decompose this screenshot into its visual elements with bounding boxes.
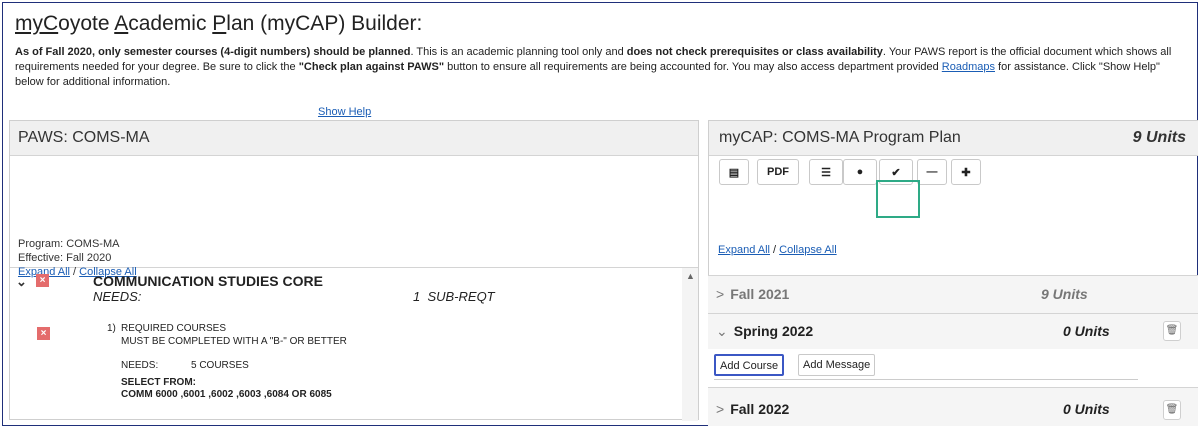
term-row[interactable]: > Fall 2021 9 Units xyxy=(708,275,1198,313)
subreq-needs-value: 5 COURSES xyxy=(191,360,249,371)
roadmaps-link[interactable]: Roadmaps xyxy=(942,61,995,73)
term-row[interactable]: > Fall 2022 0 Units 🗑 xyxy=(708,387,1198,426)
course-list: COMM 6000 ,6001 ,6002 ,6003 ,6084 OR 608… xyxy=(121,389,332,400)
plan-panel-header: myCAP: COMS-MA Program Plan 9 Units xyxy=(709,121,1198,156)
select-from-label: SELECT FROM: xyxy=(121,377,196,388)
page-title: myCoyote Academic Plan (myCAP) Builder: xyxy=(15,12,423,35)
plan-expand-collapse-links: Expand All / Collapse All xyxy=(718,244,837,256)
not-met-icon: × xyxy=(36,274,49,287)
plan-expand-all-link[interactable]: Expand All xyxy=(718,244,770,256)
comment-icon: ● xyxy=(856,166,864,178)
plus-icon: ✚ xyxy=(961,166,971,179)
collapse-button[interactable]: — xyxy=(917,159,947,185)
minus-icon: — xyxy=(926,166,938,178)
subreq-needs-label: NEEDS: xyxy=(121,360,159,371)
requirement-needs-value: 1 SUB-REQT xyxy=(413,289,495,304)
list-view-icon: ▤ xyxy=(728,166,740,179)
check-plan-highlight xyxy=(876,180,920,218)
requirement-title: COMMUNICATION STUDIES CORE xyxy=(93,273,323,289)
term-content: Add Course Add Message xyxy=(708,349,1198,387)
paws-panel-title: PAWS: COMS-MA xyxy=(10,121,698,156)
effective-label: Effective: Fall 2020 xyxy=(18,252,112,264)
list-button[interactable]: ☰ xyxy=(809,159,843,185)
plan-panel-title: myCAP: COMS-MA Program Plan xyxy=(719,129,961,146)
scroll-up-icon[interactable]: ▲ xyxy=(686,271,695,281)
subreq-line2: MUST BE COMPLETED WITH A "B-" OR BETTER xyxy=(121,336,347,347)
scrollbar[interactable]: ▲ xyxy=(682,268,698,421)
comment-button[interactable]: ● xyxy=(843,159,877,185)
program-info: Program: COMS-MA Effective: Fall 2020 Ex… xyxy=(10,155,698,278)
pdf-button[interactable]: PDF xyxy=(757,159,799,185)
chevron-right-icon: > xyxy=(716,286,725,302)
divider xyxy=(714,379,1138,380)
subreq-number: 1) xyxy=(107,323,116,334)
chevron-right-icon: > xyxy=(716,401,725,417)
paws-panel: PAWS: COMS-MA Program: COMS-MA Effective… xyxy=(9,120,699,421)
term-units: 0 Units xyxy=(1063,401,1110,417)
show-help-link[interactable]: Show Help xyxy=(318,106,371,118)
subreq-not-met-icon: × xyxy=(37,327,50,340)
requirements-list: ⌄ × COMMUNICATION STUDIES CORE NEEDS: 1 … xyxy=(10,268,680,421)
add-course-button[interactable]: Add Course xyxy=(714,354,785,376)
check-icon: ✔ xyxy=(891,166,901,179)
trash-icon[interactable]: 🗑 xyxy=(1163,400,1181,420)
expand-button[interactable]: ✚ xyxy=(951,159,981,185)
term-units: 9 Units xyxy=(1041,286,1088,302)
list-icon: ☰ xyxy=(821,166,831,179)
term-name: > Fall 2022 xyxy=(716,401,790,417)
plan-total-units: 9 Units xyxy=(1132,129,1186,146)
add-message-button[interactable]: Add Message xyxy=(798,354,876,376)
view-button[interactable]: ▤ xyxy=(719,159,749,185)
program-label: Program: COMS-MA xyxy=(18,238,120,250)
term-row[interactable]: ⌄ Spring 2022 0 Units 🗑 xyxy=(708,313,1198,349)
term-name: > Fall 2021 xyxy=(716,286,790,302)
chevron-down-icon: ⌄ xyxy=(716,323,728,339)
plan-collapse-all-link[interactable]: Collapse All xyxy=(779,244,836,256)
subreq-line1: REQUIRED COURSES xyxy=(121,323,227,334)
chevron-down-icon[interactable]: ⌄ xyxy=(16,274,27,290)
intro-text: As of Fall 2020, only semester courses (… xyxy=(15,46,1172,88)
trash-icon[interactable]: 🗑 xyxy=(1163,321,1181,341)
term-units: 0 Units xyxy=(1063,323,1110,339)
requirement-needs-label: NEEDS: xyxy=(93,289,142,304)
term-name: ⌄ Spring 2022 xyxy=(716,323,814,339)
